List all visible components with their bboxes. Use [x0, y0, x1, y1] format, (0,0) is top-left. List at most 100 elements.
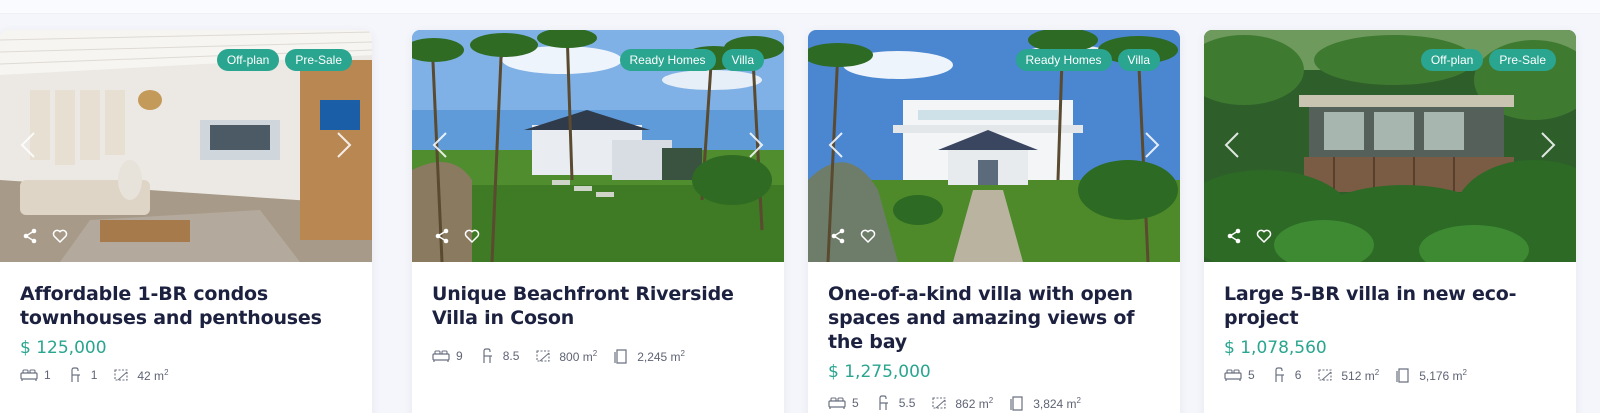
top-strip [0, 0, 1600, 14]
property-card[interactable]: Ready Homes Villa Unique Beachfront Rive… [412, 30, 784, 413]
area-icon [536, 350, 550, 362]
heart-icon[interactable] [464, 228, 480, 244]
beds-value: 1 [44, 368, 51, 382]
beds-spec: 5 [828, 395, 859, 411]
area-icon [932, 397, 946, 409]
status-badge: Ready Homes [619, 49, 716, 71]
baths-value: 8.5 [502, 349, 520, 363]
status-badge: Off-plan [216, 49, 280, 71]
chevron-left-icon[interactable] [824, 130, 848, 160]
card-actions [1226, 228, 1272, 244]
card-body: Large 5-BR villa in new eco-project $ 1,… [1204, 262, 1576, 383]
bath-icon [879, 395, 888, 410]
property-image-carousel[interactable]: Ready Homes Villa [412, 30, 784, 262]
property-card[interactable]: Off-plan Pre-Sale Affordable 1-BR condos… [0, 30, 372, 413]
property-title[interactable]: One-of-a-kind villa with open spaces and… [828, 282, 1160, 354]
status-badge: Ready Homes [1015, 49, 1112, 71]
lot-area-value: 2,245 m2 [637, 348, 685, 364]
beds-value: 5 [1248, 368, 1255, 382]
card-body: Affordable 1-BR condos townhouses and pe… [0, 262, 372, 383]
living-area-value: 512 m2 [1341, 367, 1380, 383]
living-area-spec: 800 m2 [535, 348, 597, 364]
lot-icon [1396, 368, 1409, 383]
property-price: $ 125,000 [20, 338, 107, 358]
chevron-left-icon[interactable] [1220, 130, 1244, 160]
chevron-right-icon[interactable] [1536, 130, 1560, 160]
card-actions [434, 228, 480, 244]
baths-value: 6 [1294, 368, 1302, 382]
property-image-carousel[interactable]: Ready Homes Villa [808, 30, 1180, 262]
bed-icon [1224, 369, 1242, 381]
card-actions [22, 228, 68, 244]
living-area-value: 42 m2 [137, 367, 169, 383]
property-title[interactable]: Large 5-BR villa in new eco-project [1224, 282, 1556, 330]
property-card[interactable]: Ready Homes Villa One-of-a-kind villa wi… [808, 30, 1180, 413]
property-title[interactable]: Affordable 1-BR condos townhouses and pe… [20, 282, 352, 330]
property-specs: 5 6 512 m2 5,176 m2 [1224, 367, 1556, 383]
chevron-left-icon[interactable] [428, 130, 452, 160]
badge-group: Off-plan Pre-Sale [216, 49, 352, 71]
heart-icon[interactable] [860, 228, 876, 244]
badge-group: Off-plan Pre-Sale [1420, 49, 1556, 71]
living-area-spec: 862 m2 [931, 395, 993, 411]
living-area-spec: 42 m2 [113, 367, 169, 383]
property-specs: 1 1 42 m2 [20, 367, 352, 383]
bath-icon [483, 348, 492, 363]
lot-area-value: 3,824 m2 [1033, 395, 1081, 411]
baths-spec: 8.5 [479, 348, 520, 364]
status-badge: Off-plan [1420, 49, 1484, 71]
baths-spec: 6 [1271, 367, 1302, 383]
lot-icon [614, 349, 627, 364]
living-area-value: 800 m2 [559, 348, 598, 364]
lot-area-spec: 2,245 m2 [613, 348, 685, 364]
share-icon[interactable] [22, 228, 38, 244]
lot-area-spec: 5,176 m2 [1395, 367, 1467, 383]
card-body: Unique Beachfront Riverside Villa in Cos… [412, 262, 784, 364]
bed-icon [432, 350, 450, 362]
share-icon[interactable] [1226, 228, 1242, 244]
property-image-carousel[interactable]: Off-plan Pre-Sale [0, 30, 372, 262]
chevron-right-icon[interactable] [332, 130, 356, 160]
lot-icon [1010, 396, 1023, 411]
share-icon[interactable] [830, 228, 846, 244]
property-specs: 9 8.5 800 m2 2,245 m2 [432, 348, 764, 364]
beds-spec: 9 [432, 348, 463, 364]
bath-icon [1275, 367, 1284, 382]
property-price: $ 1,275,000 [828, 362, 931, 382]
chevron-left-icon[interactable] [16, 130, 40, 160]
lot-area-spec: 3,824 m2 [1009, 395, 1081, 411]
living-area-value: 862 m2 [955, 395, 994, 411]
baths-value: 1 [90, 368, 98, 382]
bath-icon [71, 367, 80, 382]
property-price: $ 1,078,560 [1224, 338, 1327, 358]
property-title[interactable]: Unique Beachfront Riverside Villa in Cos… [432, 282, 764, 330]
type-badge: Pre-Sale [285, 49, 352, 71]
baths-spec: 1 [67, 367, 98, 383]
lot-area-value: 5,176 m2 [1419, 367, 1467, 383]
area-icon [114, 369, 128, 381]
baths-value: 5.5 [898, 396, 916, 410]
card-actions [830, 228, 876, 244]
heart-icon[interactable] [1256, 228, 1272, 244]
beds-value: 5 [852, 396, 859, 410]
chevron-right-icon[interactable] [744, 130, 768, 160]
card-body: One-of-a-kind villa with open spaces and… [808, 262, 1180, 411]
bed-icon [828, 397, 846, 409]
share-icon[interactable] [434, 228, 450, 244]
chevron-right-icon[interactable] [1140, 130, 1164, 160]
type-badge: Villa [1117, 49, 1160, 71]
badge-group: Ready Homes Villa [619, 49, 764, 71]
baths-spec: 5.5 [875, 395, 916, 411]
property-card[interactable]: Off-plan Pre-Sale Large 5-BR villa in ne… [1204, 30, 1576, 413]
property-specs: 5 5.5 862 m2 3,824 m2 [828, 395, 1160, 411]
heart-icon[interactable] [52, 228, 68, 244]
type-badge: Pre-Sale [1489, 49, 1556, 71]
living-area-spec: 512 m2 [1317, 367, 1379, 383]
bed-icon [20, 369, 38, 381]
badge-group: Ready Homes Villa [1015, 49, 1160, 71]
property-image-carousel[interactable]: Off-plan Pre-Sale [1204, 30, 1576, 262]
beds-spec: 5 [1224, 367, 1255, 383]
type-badge: Villa [721, 49, 764, 71]
beds-spec: 1 [20, 367, 51, 383]
area-icon [1318, 369, 1332, 381]
